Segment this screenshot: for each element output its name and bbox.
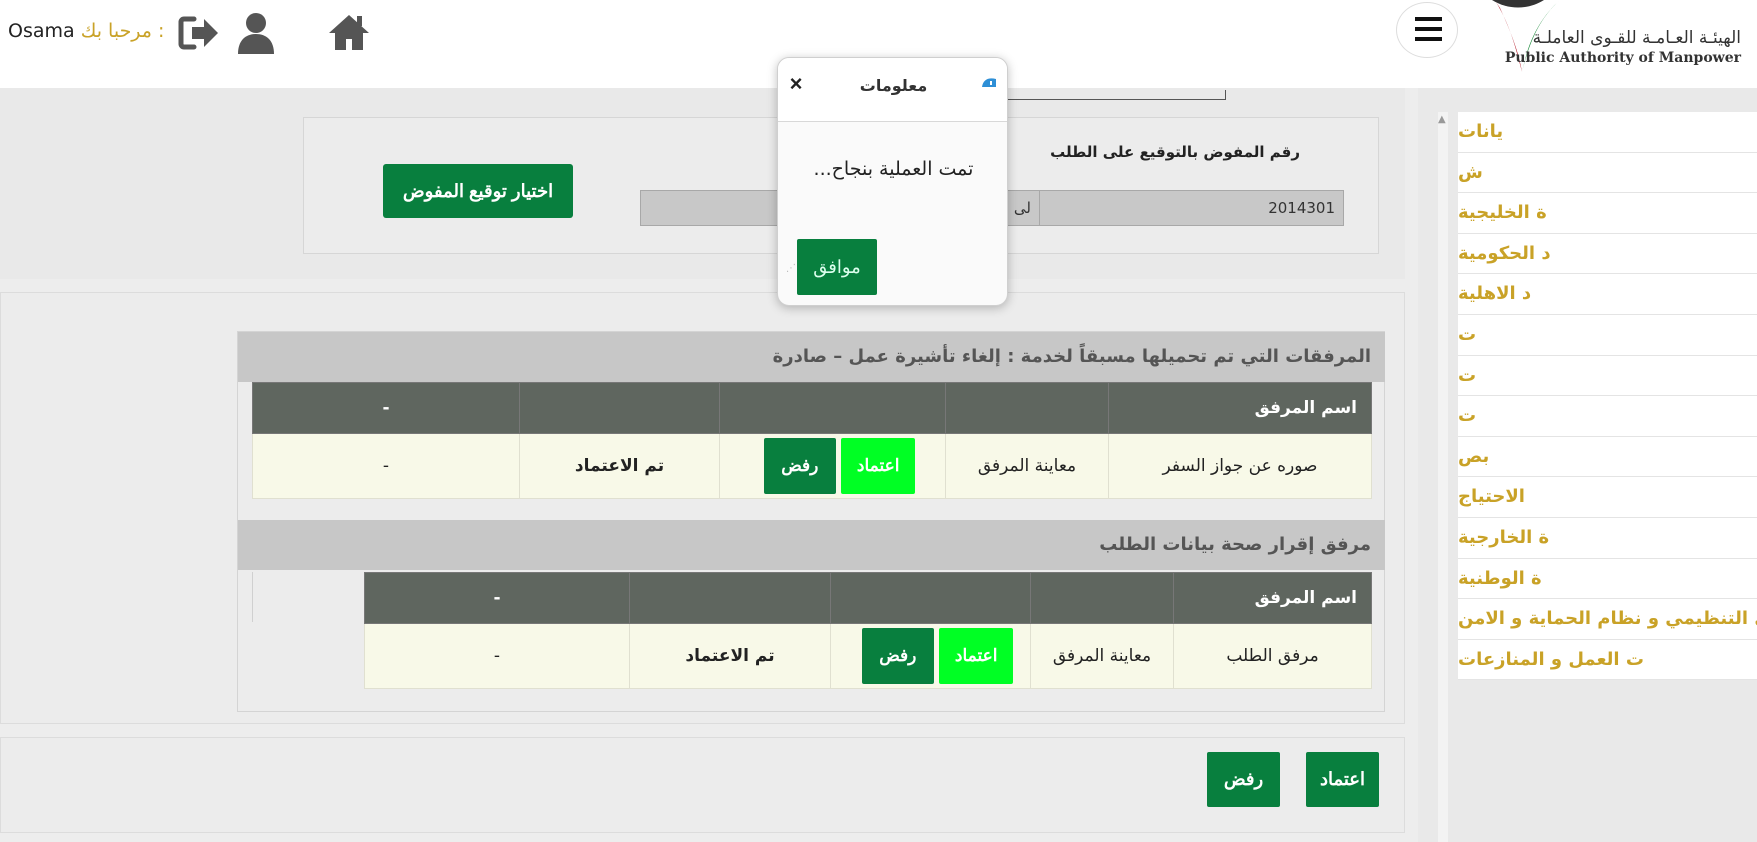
column-header (830, 572, 1031, 624)
table-header-row: اسم المرفق - (252, 382, 1372, 434)
greeting-label: مرحبا بك : (80, 20, 165, 42)
sidebar-item[interactable]: ة الخليجية (1458, 193, 1757, 234)
dialog-header: × معلومات (778, 58, 1007, 122)
column-header: - (364, 572, 630, 624)
approval-status: تم الاعتماد (519, 433, 720, 499)
home-icon[interactable] (326, 10, 372, 56)
sidebar-item[interactable]: يانات (1458, 112, 1757, 153)
attachment-name: مرفق الطلب (1173, 623, 1372, 689)
action-cell: اعتماد رفض (719, 433, 946, 499)
sidebar-item[interactable]: ش (1458, 153, 1757, 194)
attachment-name: صوره عن جواز السفر (1108, 433, 1372, 499)
sidebar-item[interactable]: د الحكومية (1458, 234, 1757, 275)
sidebar-menu: يانات ش ة الخليجية د الحكومية د الاهلية … (1458, 112, 1757, 681)
hamburger-menu-icon (1415, 17, 1442, 41)
column-header (1030, 572, 1174, 624)
request-declaration-table: اسم المرفق - مرفق الطلب معاينة المرفق اع… (364, 572, 1372, 689)
approve-attachment-button[interactable]: اعتماد (841, 438, 916, 494)
approval-status: تم الاعتماد (629, 623, 831, 689)
uploaded-attachments-table: اسم المرفق - صوره عن جواز السفر معاينة ا… (252, 382, 1372, 499)
resize-grip-icon[interactable]: ⋰ (786, 263, 796, 274)
sidebar-item[interactable]: ى التنظيمي و نظام الحماية و الامن (1458, 599, 1757, 640)
preview-attachment-link[interactable]: معاينة المرفق (1030, 623, 1174, 689)
choose-delegate-signature-button[interactable]: اختيار توقيع المفوض (383, 164, 573, 218)
sidebar-item[interactable]: ة الوطنية (1458, 559, 1757, 600)
user-icon[interactable] (233, 10, 279, 56)
reject-attachment-button[interactable]: رفض (861, 628, 934, 684)
info-dialog: × معلومات تمت العملية بنجاح... موافق ⋰ (777, 57, 1008, 306)
delegate-number-field[interactable]: 2014301 (1031, 190, 1344, 226)
column-header (629, 572, 831, 624)
logout-icon[interactable] (176, 10, 222, 56)
column-header (519, 382, 720, 434)
info-icon (982, 78, 996, 87)
table-header-row: اسم المرفق - (364, 572, 1372, 624)
delegate-number-label: رقم المفوض بالتوقيع على الطلب (1050, 143, 1300, 161)
reject-attachment-button[interactable]: رفض (763, 438, 836, 494)
sidebar-item[interactable]: ت (1458, 315, 1757, 356)
hamburger-menu-button[interactable] (1396, 2, 1458, 58)
request-declaration-title: مرفق إقرار صحة بيانات الطلب (238, 520, 1385, 570)
extra-cell: - (252, 433, 520, 499)
field-outline (1000, 90, 1226, 100)
column-header-attachment-name: اسم المرفق (1173, 572, 1372, 624)
sidebar-item[interactable]: ت العمل و المنازعات (1458, 640, 1757, 681)
user-name: Osama (8, 20, 75, 42)
sidebar-item[interactable]: الاحتياج (1458, 477, 1757, 518)
preview-attachment-link[interactable]: معاينة المرفق (945, 433, 1109, 499)
sidebar-item[interactable]: ت (1458, 356, 1757, 397)
sidebar-item[interactable]: د الاهلية (1458, 274, 1757, 315)
final-reject-button[interactable]: رفض (1207, 752, 1280, 807)
action-cell: اعتماد رفض (830, 623, 1031, 689)
sidebar-scrollbar[interactable] (1438, 112, 1448, 842)
authority-logo: الهيئـة العـامـة للقـوى العاملـة Public … (1478, 0, 1757, 78)
final-actions-panel (0, 737, 1405, 833)
uploaded-attachments-title: المرفقات التي تم تحميلها مسبقاً لخدمة : … (238, 332, 1385, 382)
column-header (719, 382, 946, 434)
table-row: صوره عن جواز السفر معاينة المرفق اعتماد … (252, 433, 1372, 499)
column-header-attachment-name: اسم المرفق (1108, 382, 1372, 434)
scroll-up-arrow-icon[interactable]: ▲ (1438, 114, 1446, 125)
dialog-title: معلومات (859, 76, 928, 95)
table-spacer (252, 572, 364, 622)
dialog-ok-button[interactable]: موافق (797, 239, 877, 295)
sidebar-item[interactable]: ت (1458, 396, 1757, 437)
column-header (945, 382, 1109, 434)
logo-english-text: Public Authority of Manpower (1504, 50, 1741, 66)
table-row: مرفق الطلب معاينة المرفق اعتماد رفض تم ا… (364, 623, 1372, 689)
approve-attachment-button[interactable]: اعتماد (939, 628, 1014, 684)
sidebar-item[interactable]: بص (1458, 437, 1757, 478)
sidebar-item[interactable]: ة الخارجية (1458, 518, 1757, 559)
column-header: - (252, 382, 520, 434)
logo-arabic-text: الهيئـة العـامـة للقـوى العاملـة (1532, 28, 1741, 48)
welcome-greeting: Osama مرحبا بك : (8, 20, 164, 42)
final-approve-button[interactable]: اعتماد (1306, 752, 1379, 807)
dialog-message: تمت العملية بنجاح... (813, 158, 974, 180)
extra-cell: - (364, 623, 630, 689)
